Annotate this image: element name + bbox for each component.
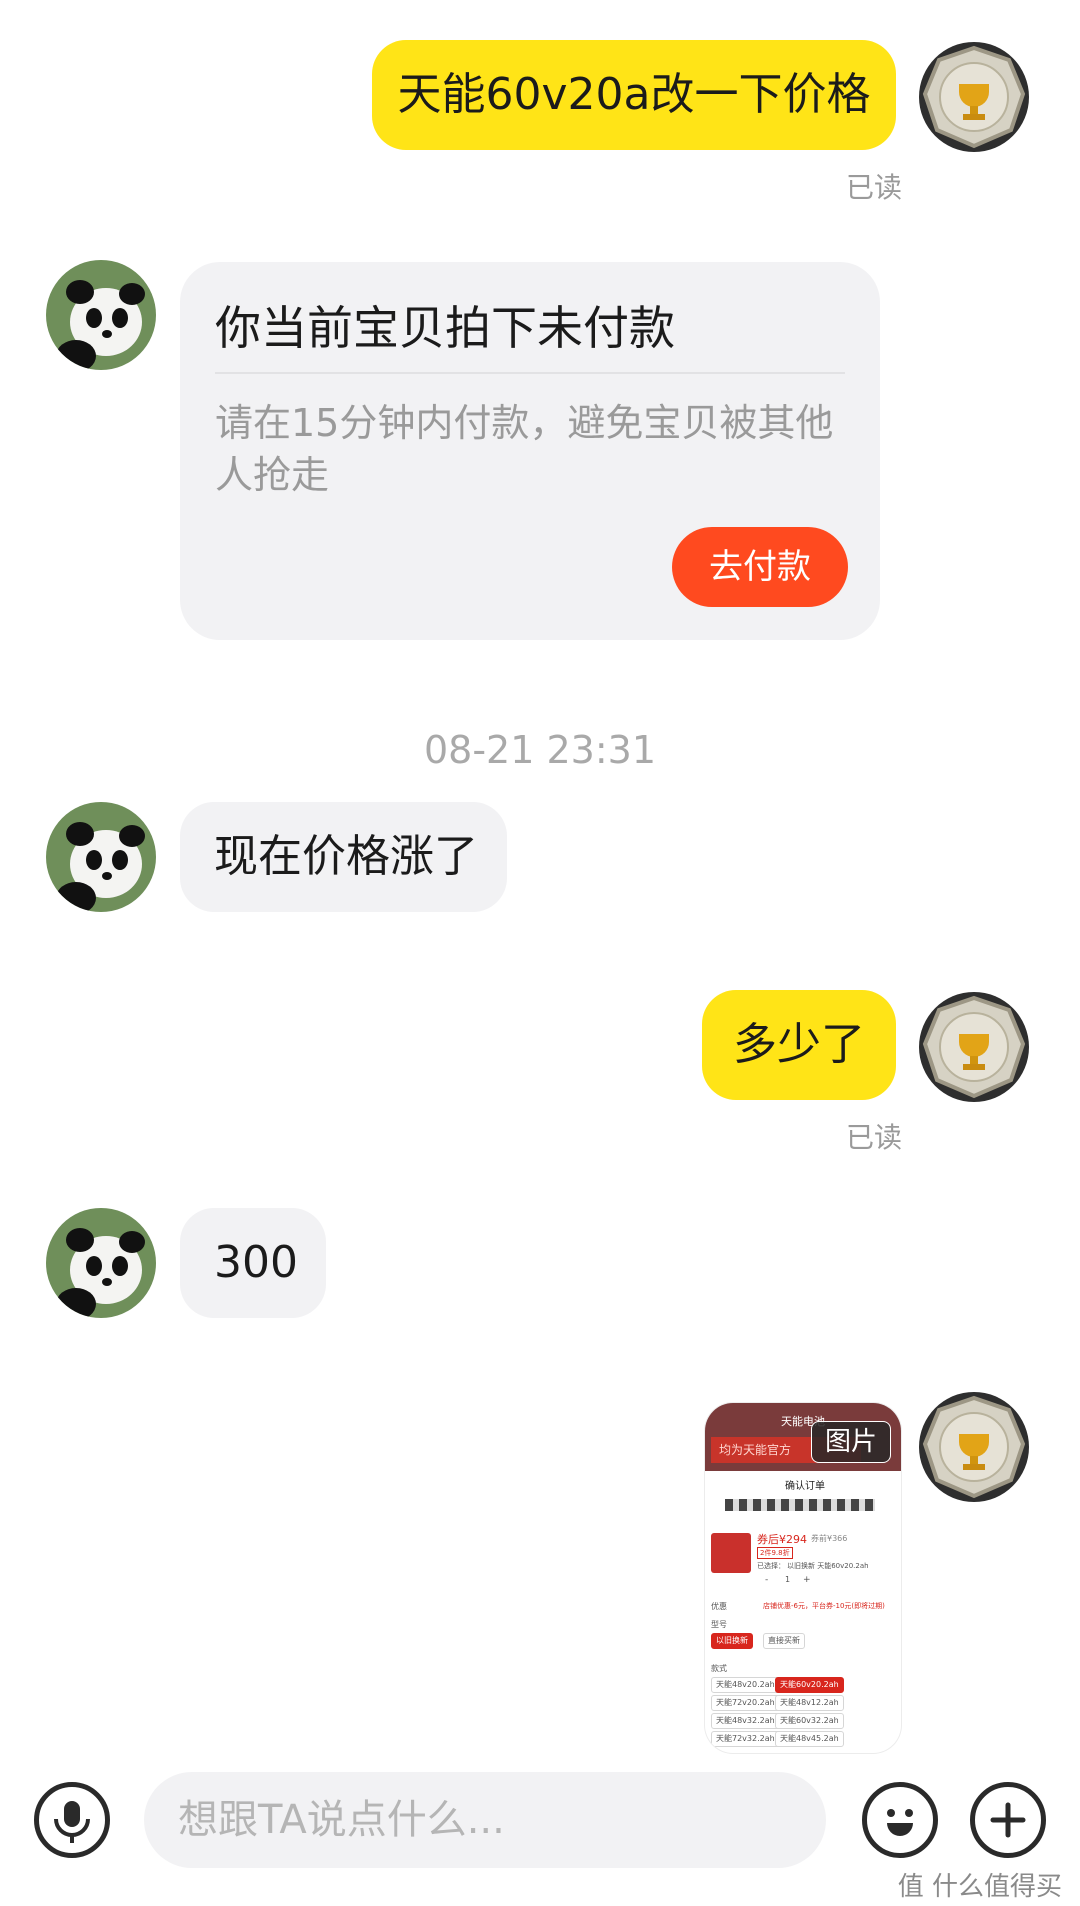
- read-status: 已读: [846, 1121, 903, 1154]
- my-message-bubble[interactable]: 多少了: [702, 990, 896, 1100]
- thumb-style-option: 天能60v20.2ah: [775, 1677, 844, 1693]
- thumb-style-option: 天能48v12.2ah: [775, 1695, 844, 1711]
- order-card: 你当前宝贝拍下未付款 请在15分钟内付款，避免宝贝被其他人抢走 去付款: [180, 262, 880, 640]
- other-message-bubble[interactable]: 300: [180, 1208, 326, 1318]
- thumb-style-label: 款式: [711, 1664, 727, 1673]
- message-text: 天能60v20a改一下价格: [397, 69, 871, 120]
- my-avatar[interactable]: [919, 992, 1029, 1102]
- seller-avatar[interactable]: [46, 1208, 156, 1318]
- thumb-model-option: 以旧换新: [711, 1633, 753, 1649]
- emoji-icon: [887, 1809, 913, 1836]
- read-status: 已读: [846, 171, 903, 204]
- thumb-tag: 2件9.8折: [757, 1547, 793, 1559]
- more-button[interactable]: [970, 1782, 1046, 1858]
- image-message[interactable]: 天能电池 均为天能官方 图片 确认订单 券后¥294 券前¥366 2件9.8折…: [705, 1403, 901, 1753]
- thumb-blurred-address: [725, 1499, 875, 1511]
- panda-avatar-icon: [46, 802, 156, 912]
- panda-avatar-icon: [46, 1208, 156, 1318]
- emoji-button[interactable]: [862, 1782, 938, 1858]
- thumb-price-before: 券前¥366: [811, 1534, 848, 1543]
- my-avatar[interactable]: [919, 42, 1029, 152]
- thumb-style-option: 天能72v20.2ah: [711, 1695, 780, 1711]
- thumb-style-option: 天能48v20.2ah: [711, 1677, 780, 1693]
- thumb-qty-plus: +: [803, 1575, 811, 1585]
- thumb-discount-value: 店铺优惠-6元，平台券-10元(即将过期): [763, 1602, 885, 1610]
- thumb-style-option: 天能72v32.2ah: [711, 1731, 780, 1747]
- seller-avatar[interactable]: [46, 260, 156, 370]
- seller-avatar[interactable]: [46, 802, 156, 912]
- panda-avatar-icon: [46, 260, 156, 370]
- thumb-style-option: 天能48v32.2ah: [711, 1713, 780, 1729]
- thumb-model-option: 直接买新: [763, 1633, 805, 1649]
- thumb-qty: 1: [785, 1575, 791, 1584]
- thumb-price-after: 券后¥294: [757, 1533, 807, 1546]
- thumb-selected-label: 已选择：: [757, 1562, 785, 1570]
- input-placeholder: 想跟TA说点什么...: [178, 1797, 505, 1843]
- thumb-style-option: 天能48v45.2ah: [775, 1731, 844, 1747]
- thumb-discount-label: 优惠: [711, 1602, 727, 1611]
- trophy-avatar-icon: [919, 1392, 1029, 1502]
- plus-icon: [990, 1802, 1026, 1838]
- message-text: 现在价格涨了: [214, 831, 478, 882]
- pay-button[interactable]: 去付款: [672, 527, 848, 607]
- thumb-selected-value: 以旧换新 天能60v20.2ah: [787, 1562, 869, 1570]
- image-badge: 图片: [811, 1421, 891, 1463]
- message-input[interactable]: 想跟TA说点什么...: [144, 1772, 826, 1868]
- time-separator: 08-21 23:31: [423, 728, 656, 772]
- card-description: 请在15分钟内付款，避免宝贝被其他人抢走: [215, 401, 834, 497]
- thumb-qty-minus: -: [765, 1575, 769, 1585]
- trophy-avatar-icon: [919, 992, 1029, 1102]
- card-divider: [215, 372, 845, 374]
- voice-button[interactable]: [34, 1782, 110, 1858]
- my-avatar[interactable]: [919, 1392, 1029, 1502]
- watermark: 值 什么值得买: [897, 1872, 1062, 1902]
- thumb-model-label: 型号: [711, 1620, 727, 1629]
- thumb-title: 确认订单: [785, 1481, 825, 1492]
- my-message-bubble[interactable]: 天能60v20a改一下价格: [372, 40, 896, 150]
- card-title: 你当前宝贝拍下未付款: [215, 301, 675, 355]
- microphone-icon: [54, 1801, 90, 1843]
- trophy-avatar-icon: [919, 42, 1029, 152]
- other-message-bubble[interactable]: 现在价格涨了: [180, 802, 507, 912]
- thumb-banner-text: 均为天能官方: [719, 1443, 792, 1457]
- message-text: 300: [214, 1237, 298, 1288]
- thumb-product-image: [711, 1533, 751, 1573]
- message-text: 多少了: [733, 1019, 865, 1070]
- thumb-style-option: 天能60v32.2ah: [775, 1713, 844, 1729]
